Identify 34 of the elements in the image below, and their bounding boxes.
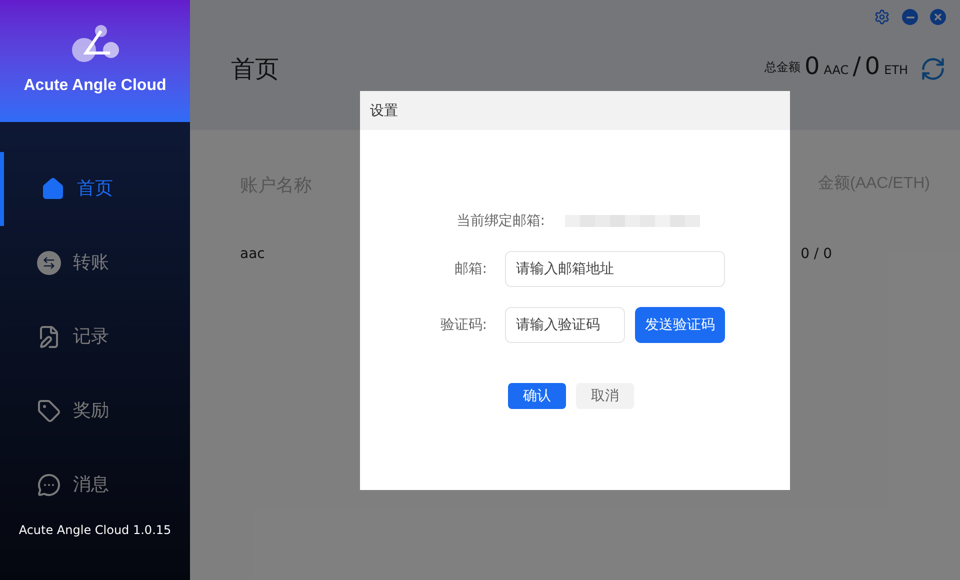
dialog-title: 设置 bbox=[370, 102, 398, 120]
tag-icon bbox=[37, 399, 61, 423]
code-field[interactable]: 请输入验证码 bbox=[505, 307, 625, 343]
nav-item[interactable]: 转账 bbox=[0, 226, 190, 300]
nav-item[interactable]: 消息 bbox=[0, 448, 190, 522]
email-field[interactable]: 请输入邮箱地址 bbox=[505, 251, 725, 287]
field-label: 当前绑定邮箱: bbox=[455, 212, 545, 231]
eth-unit: ETH bbox=[884, 62, 908, 78]
transfer-icon bbox=[37, 251, 61, 275]
field-label: 验证码: bbox=[439, 316, 487, 335]
table-cell-text: aac bbox=[240, 245, 265, 264]
cancel-button[interactable]: 取消 bbox=[576, 383, 634, 409]
nav-item[interactable]: 奖励 bbox=[0, 374, 190, 448]
close-icon bbox=[933, 12, 943, 22]
nav-item[interactable]: 记录 bbox=[0, 300, 190, 374]
eth-amount: 0 bbox=[864, 54, 880, 78]
version-label: Acute Angle Cloud 1.0.15 bbox=[18, 522, 172, 539]
page-title: 首页 bbox=[231, 54, 279, 85]
chat-icon bbox=[37, 473, 61, 497]
send-code-button[interactable]: 发送验证码 bbox=[635, 307, 725, 343]
document-icon bbox=[37, 325, 61, 349]
close-button[interactable] bbox=[930, 9, 946, 25]
aac-unit: AAC bbox=[824, 62, 849, 78]
app-name: Acute Angle Cloud bbox=[24, 76, 166, 96]
field-label: 邮箱: bbox=[453, 260, 487, 279]
aac-amount: 0 bbox=[804, 54, 820, 78]
minimize-button[interactable] bbox=[902, 9, 918, 25]
confirm-button[interactable]: 确认 bbox=[508, 383, 566, 409]
total-label: 总金额 bbox=[764, 59, 800, 76]
refresh-icon[interactable] bbox=[920, 56, 946, 82]
home-icon bbox=[41, 177, 65, 201]
settings-icon[interactable] bbox=[874, 9, 890, 25]
separator: / bbox=[852, 54, 861, 78]
table-cell-text: 0 / 0 bbox=[800, 245, 833, 264]
